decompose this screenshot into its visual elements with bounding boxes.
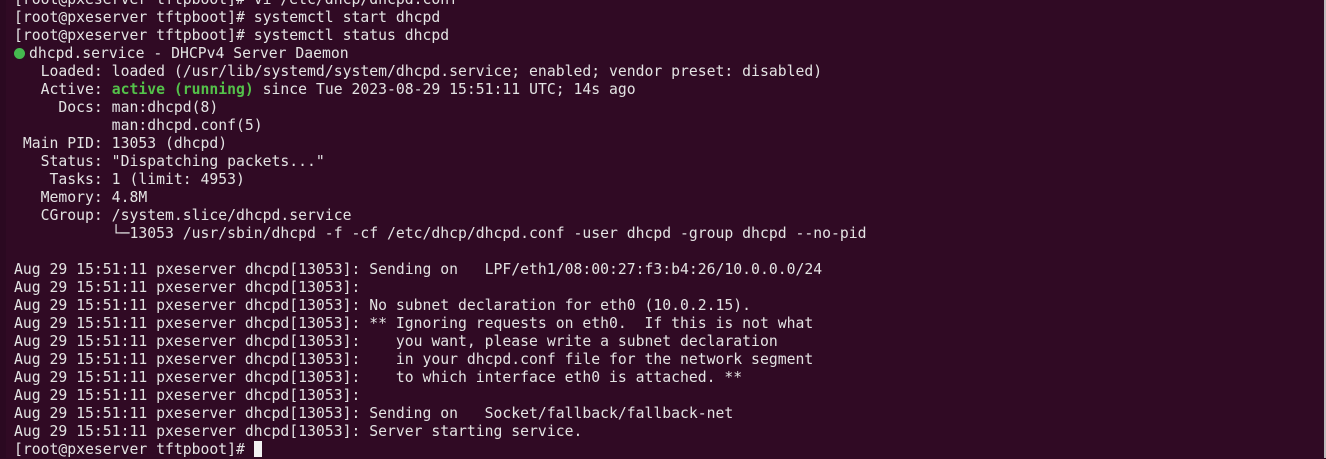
log-line: Aug 29 15:51:11 pxeserver dhcpd[13053]: … [14, 297, 752, 314]
log-line: Aug 29 15:51:11 pxeserver dhcpd[13053]: … [14, 261, 823, 278]
service-title: dhcpd.service - DHCPv4 Server Daemon [29, 45, 349, 62]
active-line: Active: active (running) since Tue 2023-… [14, 81, 867, 99]
active-label: Active: [14, 81, 112, 98]
cgroup-line: CGroup: /system.slice/dhcpd.service [14, 207, 352, 224]
log-line: Aug 29 15:51:11 pxeserver dhcpd[13053]: … [14, 369, 743, 386]
prompt-line[interactable]: [root@pxeserver tftpboot]# [14, 441, 867, 459]
terminal-window[interactable]: [root@pxeserver tftpboot]# vi /etc/dhcp/… [0, 0, 1326, 458]
main-pid-line: Main PID: 13053 (dhcpd) [14, 135, 228, 152]
service-title-line: dhcpd.service - DHCPv4 Server Daemon [14, 45, 867, 63]
block-cursor-icon [253, 441, 262, 457]
active-since: since Tue 2023-08-29 15:51:11 UTC; 14s a… [253, 81, 636, 98]
docs-line: man:dhcpd.conf(5) [14, 117, 263, 134]
memory-line: Memory: 4.8M [14, 189, 148, 206]
log-line: Aug 29 15:51:11 pxeserver dhcpd[13053]: [14, 279, 361, 296]
log-line: Aug 29 15:51:11 pxeserver dhcpd[13053]: … [14, 315, 814, 332]
log-line: Aug 29 15:51:11 pxeserver dhcpd[13053]: [14, 387, 361, 404]
cgroup-process-line: └─13053 /usr/sbin/dhcpd -f -cf /etc/dhcp… [14, 225, 867, 242]
log-line: Aug 29 15:51:11 pxeserver dhcpd[13053]: … [14, 333, 778, 350]
tasks-line: Tasks: 1 (limit: 4953) [14, 171, 245, 188]
terminal-line: [root@pxeserver tftpboot]# systemctl sta… [14, 9, 441, 26]
shell-prompt: [root@pxeserver tftpboot]# [14, 441, 254, 458]
loaded-line: Loaded: loaded (/usr/lib/systemd/system/… [14, 63, 823, 80]
terminal-line: [root@pxeserver tftpboot]# systemctl sta… [14, 27, 450, 44]
green-dot-icon [14, 48, 25, 59]
terminal-line: [root@pxeserver tftpboot]# vi /etc/dhcp/… [14, 0, 867, 9]
log-line: Aug 29 15:51:11 pxeserver dhcpd[13053]: … [14, 351, 814, 368]
status-line: Status: "Dispatching packets..." [14, 153, 325, 170]
log-line: Aug 29 15:51:11 pxeserver dhcpd[13053]: … [14, 405, 734, 422]
terminal-output: [root@pxeserver tftpboot]# vi /etc/dhcp/… [14, 0, 867, 459]
active-status: active (running) [111, 81, 254, 98]
log-line: Aug 29 15:51:11 pxeserver dhcpd[13053]: … [14, 423, 583, 440]
docs-line: Docs: man:dhcpd(8) [14, 99, 219, 116]
